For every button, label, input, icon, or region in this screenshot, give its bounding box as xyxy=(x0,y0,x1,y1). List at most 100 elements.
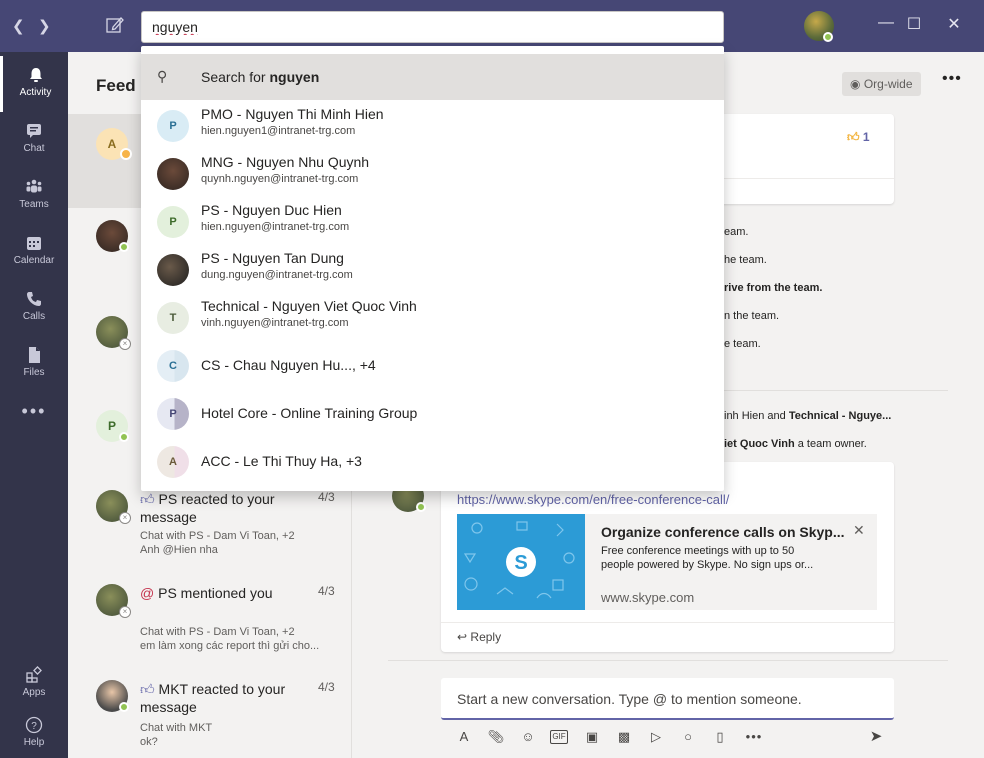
rail-teams[interactable]: Teams xyxy=(0,168,68,224)
search-result[interactable]: T Technical - Nguyen Viet Quoc Vinh vinh… xyxy=(141,292,724,340)
rail-files[interactable]: Files xyxy=(0,336,68,392)
feed-item-time: 4/3 xyxy=(318,490,335,504)
offline-status-icon: × xyxy=(119,512,131,524)
feed-item-context: Chat with MKT xyxy=(140,722,213,734)
divider xyxy=(441,622,894,623)
avatar: P xyxy=(157,110,189,142)
search-suggestions: ⚲ Search for nguyen P PMO - Nguyen Thi M… xyxy=(141,46,724,491)
attach-icon[interactable]: 📎︎ xyxy=(486,727,506,747)
reaction-like[interactable]: 👍︎ 1 xyxy=(847,130,870,145)
rail-calendar[interactable]: Calendar xyxy=(0,224,68,280)
stream-icon[interactable]: ▷ xyxy=(646,727,666,747)
search-for-label: Search for nguyen xyxy=(201,69,320,85)
search-result[interactable]: P PS - Nguyen Duc Hien hien.nguyen@intra… xyxy=(141,196,724,244)
offline-status-icon: × xyxy=(119,338,131,350)
feed-item-title: @ PS mentioned you xyxy=(140,585,273,601)
result-name: ACC - Le Thi Thuy Ha, +3 xyxy=(201,453,362,469)
message-link[interactable]: https://www.skype.com/en/free-conference… xyxy=(457,492,729,507)
result-email: hien.nguyen1@intranet-trg.com xyxy=(201,125,356,137)
org-wide-button[interactable]: ◉ Org-wide xyxy=(842,72,921,96)
org-wide-label: Org-wide xyxy=(863,77,913,91)
rail-label: Calendar xyxy=(13,255,55,266)
activity-line: n the team. xyxy=(724,310,780,322)
preview-description: Free conference meetings with up to 50 xyxy=(601,545,795,557)
search-result[interactable]: PS - Nguyen Tan Dung dung.nguyen@intrane… xyxy=(141,244,724,292)
result-name: Technical - Nguyen Viet Quoc Vinh xyxy=(201,298,417,314)
back-icon[interactable]: ❮ xyxy=(12,17,25,35)
rail-label: Files xyxy=(23,367,45,378)
search-result[interactable]: P PMO - Nguyen Thi Minh Hien hien.nguyen… xyxy=(141,100,724,148)
feed-item[interactable]: 👍︎ MKT reacted to your message 4/3 Chat … xyxy=(68,680,352,758)
title-bar: ❮ ❯ — ☐ ✕ xyxy=(0,0,984,52)
bell-icon xyxy=(29,68,42,82)
result-name: PS - Nguyen Duc Hien xyxy=(201,202,342,218)
send-icon[interactable]: ➤ xyxy=(866,727,886,747)
praise-icon[interactable]: ○ xyxy=(678,727,698,747)
more-apps-icon[interactable]: ••• xyxy=(0,396,68,426)
search-result[interactable]: MNG - Nguyen Nhu Quynh quynh.nguyen@intr… xyxy=(141,148,724,196)
search-result[interactable]: P Hotel Core - Online Training Group xyxy=(141,390,724,438)
rail-help[interactable]: ? Help xyxy=(0,706,68,758)
new-chat-icon[interactable] xyxy=(104,14,126,36)
result-name: MNG - Nguyen Nhu Quynh xyxy=(201,154,370,170)
close-icon[interactable]: ✕ xyxy=(942,14,966,34)
preview-description: people powered by Skype. No sign ups or.… xyxy=(601,559,814,571)
away-status-icon xyxy=(120,148,132,160)
result-name: PS - Nguyen Tan Dung xyxy=(201,250,344,266)
approvals-icon[interactable]: ▯ xyxy=(710,727,730,747)
preview-domain: www.skype.com xyxy=(601,590,695,605)
presence-available-icon xyxy=(119,702,129,712)
feed-item-time: 4/3 xyxy=(318,680,335,694)
compose-box[interactable]: Start a new conversation. Type @ to ment… xyxy=(441,678,894,720)
compose-placeholder: Start a new conversation. Type @ to ment… xyxy=(457,691,802,707)
rail-apps[interactable]: Apps xyxy=(0,656,68,712)
rail-calls[interactable]: Calls xyxy=(0,280,68,336)
feed-item[interactable]: × @ PS mentioned you 4/3 Chat with PS - … xyxy=(68,584,352,676)
svg-text:S: S xyxy=(514,552,527,574)
calendar-icon xyxy=(27,237,41,250)
reply-button[interactable]: ↩ Reply xyxy=(457,630,501,644)
search-result[interactable]: A ACC - Le Thi Thuy Ha, +3 xyxy=(141,438,724,486)
divider xyxy=(388,660,948,661)
meet-now-icon[interactable]: ▩ xyxy=(614,727,634,747)
more-options-icon[interactable]: ••• xyxy=(942,70,962,88)
app-bar: Activity Chat Teams Calendar Calls Files… xyxy=(0,52,68,758)
eye-icon: ◉ xyxy=(850,77,861,91)
activity-line: eam. xyxy=(724,226,749,238)
rail-chat[interactable]: Chat xyxy=(0,112,68,168)
search-input[interactable] xyxy=(152,12,712,42)
rail-activity[interactable]: Activity xyxy=(0,56,68,112)
format-icon[interactable]: A​ xyxy=(454,727,474,747)
skype-thumbnail-icon: S xyxy=(457,514,585,610)
avatar xyxy=(157,254,189,286)
preview-title: Organize conference calls on Skyp... xyxy=(601,524,845,540)
feed-item[interactable]: × 👍︎ PS reacted to your message 4/3 Chat… xyxy=(68,490,352,582)
rail-label: Teams xyxy=(19,199,49,210)
feed-item-preview: Anh @Hien nha xyxy=(140,544,218,556)
forward-icon[interactable]: ❯ xyxy=(38,17,51,35)
link-preview[interactable]: S Organize conference calls on Skyp... ✕… xyxy=(457,514,877,610)
chat-icon xyxy=(27,124,41,138)
rail-label: Chat xyxy=(23,143,45,154)
result-name: CS - Chau Nguyen Hu..., +4 xyxy=(201,357,376,373)
feed-title[interactable]: Feed xyxy=(96,76,136,96)
result-email: dung.nguyen@intranet-trg.com xyxy=(201,269,353,281)
more-actions-icon[interactable]: ••• xyxy=(744,727,764,747)
search-result[interactable]: C CS - Chau Nguyen Hu..., +4 xyxy=(141,342,724,390)
like-count: 1 xyxy=(862,130,870,144)
search-for-option[interactable]: ⚲ Search for nguyen xyxy=(141,54,724,100)
result-name: Hotel Core - Online Training Group xyxy=(201,405,418,421)
like-icon: 👍︎ xyxy=(140,491,155,507)
like-icon: 👍︎ xyxy=(140,681,155,697)
emoji-icon[interactable]: ☺ xyxy=(518,727,538,747)
close-preview-icon[interactable]: ✕ xyxy=(853,522,865,539)
gif-icon[interactable]: GIF xyxy=(550,730,568,744)
rail-label: Apps xyxy=(22,687,46,698)
file-icon xyxy=(29,347,40,363)
avatar: T xyxy=(157,302,189,334)
minimize-icon[interactable]: — xyxy=(874,14,898,32)
sticker-icon[interactable]: ▣ xyxy=(582,727,602,747)
maximize-icon[interactable]: ☐ xyxy=(902,14,926,34)
search-box[interactable] xyxy=(141,11,724,43)
rail-label: Help xyxy=(23,737,45,748)
